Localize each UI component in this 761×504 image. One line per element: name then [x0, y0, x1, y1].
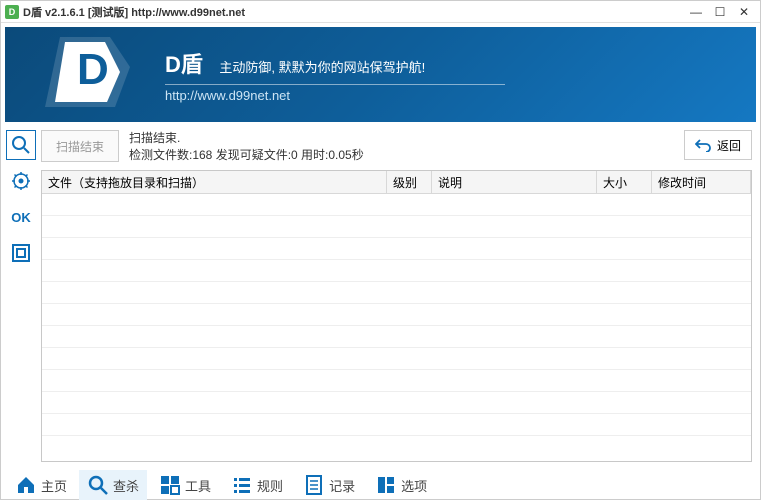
banner: D D盾 主动防御, 默默为你的网站保驾护航! http://www.d99ne… [5, 27, 756, 122]
maximize-button[interactable]: ☐ [708, 5, 732, 19]
th-desc[interactable]: 说明 [432, 171, 597, 193]
sidebar-square[interactable] [6, 238, 36, 268]
th-file[interactable]: 文件（支持拖放目录和扫描） [42, 171, 387, 193]
banner-logo: D [5, 27, 155, 122]
scan-end-button[interactable]: 扫描结束 [41, 130, 119, 162]
status-line-2: 检测文件数:168 发现可疑文件:0 用时:0.05秒 [129, 147, 684, 164]
nav-log-label: 记录 [329, 476, 355, 495]
toolbar: 扫描结束 扫描结束. 检测文件数:168 发现可疑文件:0 用时:0.05秒 返… [41, 130, 752, 164]
table-row [42, 370, 751, 392]
app-icon: D [5, 5, 19, 19]
status-line-1: 扫描结束. [129, 130, 684, 147]
return-label: 返回 [717, 137, 741, 154]
status-area: 扫描结束. 检测文件数:168 发现可疑文件:0 用时:0.05秒 [129, 130, 684, 164]
nav-scan-label: 查杀 [113, 476, 139, 495]
nav-tools-label: 工具 [185, 476, 211, 495]
sidebar-search[interactable] [6, 130, 36, 160]
table-row [42, 392, 751, 414]
nav-rules[interactable]: 规则 [223, 470, 291, 500]
home-icon [15, 474, 37, 496]
close-button[interactable]: ✕ [732, 5, 756, 19]
table-row [42, 238, 751, 260]
svg-text:D: D [77, 45, 109, 94]
rules-icon [231, 474, 253, 496]
table-header: 文件（支持拖放目录和扫描） 级别 说明 大小 修改时间 [42, 171, 751, 194]
table-body[interactable] [42, 194, 751, 452]
table-row [42, 348, 751, 370]
return-button[interactable]: 返回 [684, 130, 752, 160]
nav-tools[interactable]: 工具 [151, 470, 219, 500]
nav-options[interactable]: 选项 [367, 470, 435, 500]
table-row [42, 304, 751, 326]
th-level[interactable]: 级别 [387, 171, 432, 193]
banner-url: http://www.d99net.net [165, 88, 505, 103]
sidebar-settings[interactable] [6, 166, 36, 196]
title-bar: D D盾 v2.1.6.1 [测试版] http://www.d99net.ne… [1, 1, 760, 23]
table-row [42, 260, 751, 282]
return-icon [695, 138, 711, 152]
banner-name: D盾 [165, 47, 203, 79]
nav-rules-label: 规则 [257, 476, 283, 495]
search-icon [87, 474, 109, 496]
th-size[interactable]: 大小 [597, 171, 652, 193]
log-icon [303, 474, 325, 496]
sidebar: OK [1, 126, 41, 466]
nav-home-label: 主页 [41, 476, 67, 495]
nav-log[interactable]: 记录 [295, 470, 363, 500]
minimize-button[interactable]: — [684, 5, 708, 19]
table-row [42, 282, 751, 304]
banner-slogan: 主动防御, 默默为你的网站保驾护航! [219, 60, 425, 75]
nav-scan[interactable]: 查杀 [79, 470, 147, 500]
sidebar-ok[interactable]: OK [6, 202, 36, 232]
table-row [42, 436, 751, 452]
table-row [42, 326, 751, 348]
options-icon [375, 474, 397, 496]
th-mtime[interactable]: 修改时间 [652, 171, 751, 193]
table-row [42, 216, 751, 238]
nav-home[interactable]: 主页 [7, 470, 75, 500]
tools-icon [159, 474, 181, 496]
table-row [42, 414, 751, 436]
nav-options-label: 选项 [401, 476, 427, 495]
bottom-nav: 主页 查杀 工具 规则 记录 选项 [1, 466, 760, 504]
window-title: D盾 v2.1.6.1 [测试版] http://www.d99net.net [23, 4, 245, 20]
table-row [42, 194, 751, 216]
results-table: 文件（支持拖放目录和扫描） 级别 说明 大小 修改时间 [41, 170, 752, 462]
